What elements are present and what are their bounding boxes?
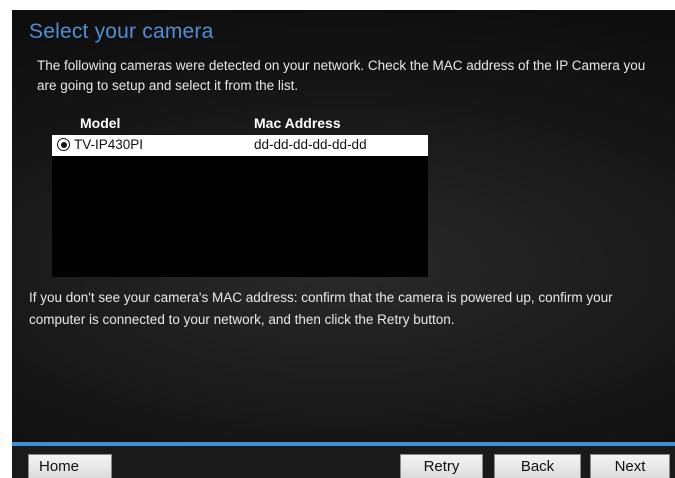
page-title: Select your camera xyxy=(29,20,214,43)
camera-select-radio[interactable] xyxy=(57,138,70,151)
camera-model-cell: TV-IP430PI xyxy=(74,137,144,152)
camera-list-row[interactable]: TV-IP430PI dd-dd-dd-dd-dd-dd xyxy=(52,135,428,156)
column-header-model: Model xyxy=(80,115,121,131)
setup-wizard-window: Select your camera The following cameras… xyxy=(12,10,675,478)
column-header-mac-address: Mac Address xyxy=(254,115,341,131)
camera-mac-cell: dd-dd-dd-dd-dd-dd xyxy=(254,137,367,152)
intro-text: The following cameras were detected on y… xyxy=(37,58,646,93)
footer-bar: Home Retry Back Next xyxy=(12,446,675,478)
back-button[interactable]: Back xyxy=(494,454,581,478)
radio-selected-dot xyxy=(60,141,67,148)
camera-list-header: Model Mac Address xyxy=(80,115,430,133)
next-button[interactable]: Next xyxy=(590,454,670,478)
help-text: If you don't see your camera's MAC addre… xyxy=(29,290,613,327)
home-button[interactable]: Home xyxy=(28,454,112,478)
retry-button[interactable]: Retry xyxy=(400,454,483,478)
camera-list[interactable]: TV-IP430PI dd-dd-dd-dd-dd-dd xyxy=(52,135,428,277)
